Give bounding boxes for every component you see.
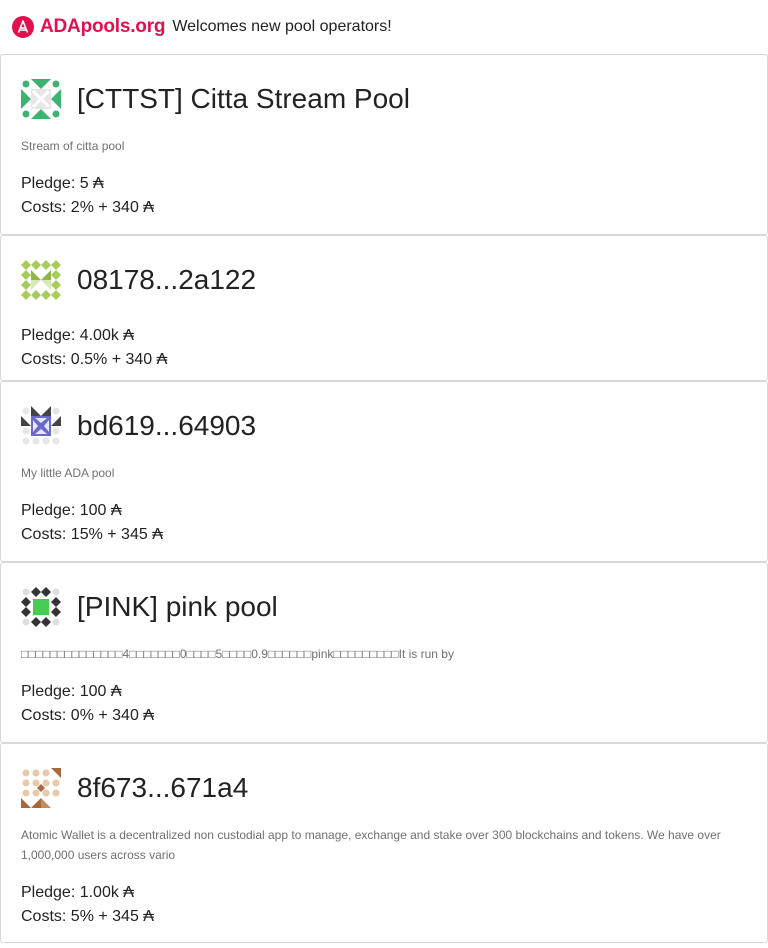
pool-description: □□□□□□□□□□□□□□4□□□□□□□0□□□□5□□□□0.9□□□□□… bbox=[21, 647, 454, 661]
site-header: ADApools.org Welcomes new pool operators… bbox=[0, 0, 768, 54]
pool-card[interactable]: [PINK] pink pool □□□□□□□□□□□□□□4□□□□□□□0… bbox=[0, 562, 768, 743]
pool-description: My little ADA pool bbox=[21, 466, 115, 480]
pool-costs: Costs: 2% + 340 ₳ bbox=[21, 199, 154, 216]
pool-pledge: Pledge: 100 ₳ bbox=[21, 502, 122, 519]
pool-card-title: [PINK] pink pool bbox=[21, 583, 747, 631]
pool-pledge: Pledge: 4.00k ₳ bbox=[21, 327, 134, 344]
pool-name-link[interactable]: [PINK] pink pool bbox=[77, 591, 278, 623]
brand-link[interactable]: ADApools.org bbox=[40, 16, 166, 38]
pool-name-link[interactable]: bd619...64903 bbox=[77, 410, 256, 442]
pool-pledge: Pledge: 5 ₳ bbox=[21, 175, 104, 192]
pool-costs: Costs: 15% + 345 ₳ bbox=[21, 526, 163, 543]
pool-identicon-icon bbox=[21, 406, 61, 445]
pool-pledge: Pledge: 100 ₳ bbox=[21, 683, 122, 700]
pool-identicon-icon bbox=[21, 587, 61, 627]
pool-identicon-icon bbox=[21, 79, 61, 119]
pool-identicon-icon bbox=[21, 768, 61, 808]
pool-name-link[interactable]: 08178...2a122 bbox=[77, 264, 256, 296]
pool-costs: Costs: 0% + 340 ₳ bbox=[21, 707, 154, 724]
pool-name-link[interactable]: [CTTST] Citta Stream Pool bbox=[77, 83, 410, 115]
pool-identicon-icon bbox=[21, 260, 61, 300]
pool-card-title: [CTTST] Citta Stream Pool bbox=[21, 75, 747, 123]
pool-card[interactable]: bd619...64903 My little ADA pool Pledge:… bbox=[0, 381, 768, 562]
pool-card-title: 8f673...671a4 bbox=[21, 764, 747, 812]
ada-logo-icon[interactable] bbox=[12, 16, 34, 38]
pool-card[interactable]: [CTTST] Citta Stream Pool Stream of citt… bbox=[0, 54, 768, 235]
pool-pledge: Pledge: 1.00k ₳ bbox=[21, 884, 134, 901]
pool-name-link[interactable]: 8f673...671a4 bbox=[77, 772, 248, 804]
pool-costs: Costs: 5% + 345 ₳ bbox=[21, 908, 154, 925]
header-tagline: Welcomes new pool operators! bbox=[172, 18, 392, 35]
pool-card-title: bd619...64903 bbox=[21, 402, 747, 450]
pool-card-title: 08178...2a122 bbox=[21, 256, 747, 304]
pool-description: Stream of citta pool bbox=[21, 139, 125, 153]
pool-card[interactable]: 08178...2a122 Pledge: 4.00k ₳ Costs: 0.5… bbox=[0, 235, 768, 381]
pool-card[interactable]: 8f673...671a4 Atomic Wallet is a decentr… bbox=[0, 743, 768, 943]
pool-costs: Costs: 0.5% + 340 ₳ bbox=[21, 351, 168, 368]
pool-description: Atomic Wallet is a decentralized non cus… bbox=[21, 828, 721, 862]
